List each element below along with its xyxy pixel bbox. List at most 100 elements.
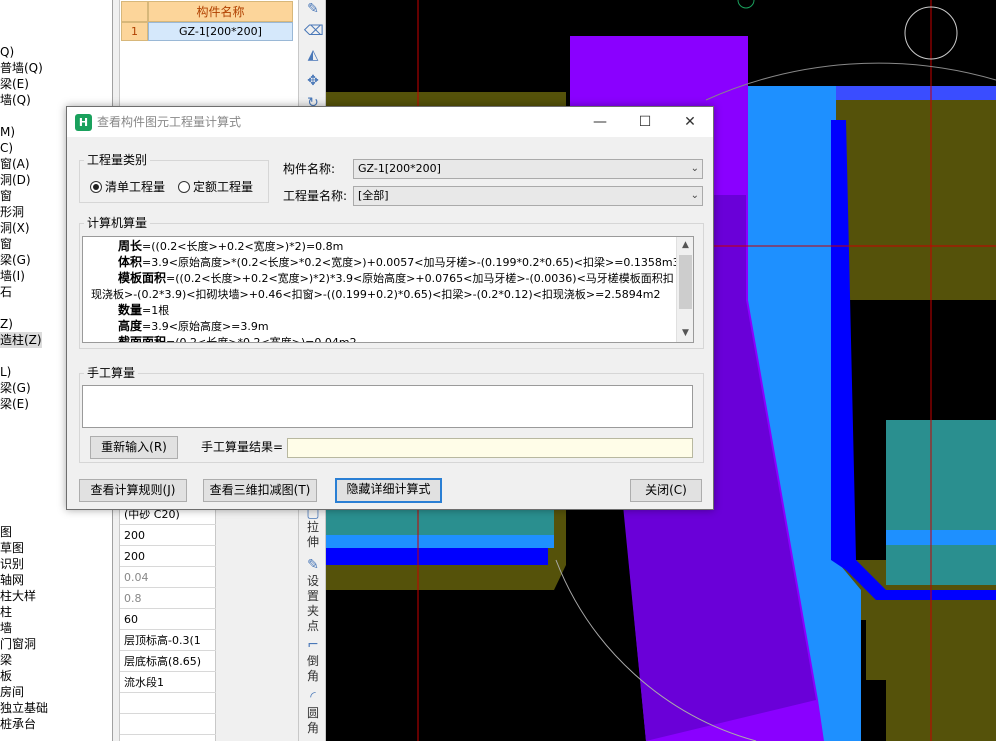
tree-item[interactable]: 轴网 <box>0 572 24 588</box>
fillet-label[interactable]: 圆角 <box>304 706 322 736</box>
formula-textarea[interactable]: 截面面积=(0.2<长度>*0.2<宽度>)=0.04m2 高度=3.9<原始高度… <box>82 236 694 343</box>
maximize-icon[interactable]: ☐ <box>622 107 668 137</box>
property-value-cell[interactable]: 0.04 <box>120 567 216 588</box>
quantity-name-select[interactable]: [全部] ⌄ <box>353 186 703 206</box>
radio-quota-dot[interactable] <box>178 180 190 193</box>
chevron-down-icon[interactable]: ⌄ <box>691 160 699 178</box>
reinput-button[interactable]: 重新输入(R) <box>90 436 178 459</box>
radio-quota-quantity[interactable]: 定额工程量 <box>178 178 253 195</box>
tree-item[interactable]: 柱 <box>0 604 12 620</box>
chamfer-icon[interactable]: ⌐ <box>304 636 322 654</box>
tree-item[interactable]: 洞(D) <box>0 172 31 188</box>
property-value-cell[interactable]: 0.8 <box>120 588 216 609</box>
tree-item[interactable]: 石 <box>0 284 12 300</box>
quantity-type-group: 工程量类别 清单工程量 定额工程量 <box>79 153 269 203</box>
tree-item[interactable]: 普墙(Q) <box>0 60 43 76</box>
table-row[interactable]: GZ-1[200*200] <box>148 22 293 41</box>
property-value-cell[interactable]: 200 <box>120 525 216 546</box>
tree-item[interactable]: 墙(Q) <box>0 92 31 108</box>
radio-bill-dot[interactable] <box>90 180 102 193</box>
brush-icon[interactable]: ✎ <box>304 0 322 18</box>
manual-result-label: 手工算量结果= <box>201 440 284 454</box>
formula-item-name: 体积 <box>118 255 143 269</box>
tree-item[interactable]: 墙(I) <box>0 268 25 284</box>
property-value-cell[interactable]: 流水段1 <box>120 672 216 693</box>
formula-line: 高度=3.9<原始高度>=3.9m <box>91 318 269 335</box>
formula-expression: =(0.2<长度>*0.2<宽度>)=0.04m2 <box>166 336 357 343</box>
tree-item[interactable]: 房间 <box>0 684 24 700</box>
quantity-name-value: [全部] <box>358 189 389 202</box>
tree-item[interactable]: 草图 <box>0 540 24 556</box>
dialog-titlebar[interactable]: H 查看构件图元工程量计算式 — ☐ ✕ <box>67 107 713 137</box>
formula-expression: =1根 <box>142 304 170 317</box>
tree-item[interactable]: 板 <box>0 668 12 684</box>
tree-item[interactable]: Z) <box>0 316 13 332</box>
tree-item[interactable]: 柱大样 <box>0 588 36 604</box>
scroll-up-icon[interactable]: ▲ <box>677 237 693 254</box>
eraser-icon[interactable]: ⌫ <box>304 22 324 40</box>
tree-item[interactable]: 窗 <box>0 188 12 204</box>
manual-result-field[interactable] <box>287 438 693 458</box>
tree-item[interactable]: 墙 <box>0 620 12 636</box>
manual-calc-legend: 手工算量 <box>84 366 139 380</box>
computer-calc-legend: 计算机算量 <box>84 216 151 230</box>
stretch-label[interactable]: 拉伸 <box>304 520 322 550</box>
radio-bill-quantity[interactable]: 清单工程量 <box>90 178 165 195</box>
hide-detail-button[interactable]: 隐藏详细计算式 <box>335 478 442 503</box>
tree-item[interactable]: M) <box>0 124 15 140</box>
formula-line: 模板面积=((0.2<长度>+0.2<宽度>)*2)*3.9<原始高度>+0.0… <box>91 270 674 287</box>
grip-icon[interactable]: ✎ <box>304 556 322 574</box>
component-name-header[interactable]: 构件名称 <box>148 1 293 22</box>
tree-item[interactable]: 桩承台 <box>0 716 36 732</box>
property-value-cell[interactable] <box>120 714 216 735</box>
tree-item[interactable]: L) <box>0 364 11 380</box>
view-rules-button[interactable]: 查看计算规则(J) <box>79 479 187 502</box>
component-name-select[interactable]: GZ-1[200*200] ⌄ <box>353 159 703 179</box>
close-icon[interactable]: ✕ <box>667 107 713 137</box>
mirror-icon[interactable]: ◭ <box>304 46 322 64</box>
tree-item[interactable]: 梁(G) <box>0 252 31 268</box>
tree-item[interactable]: 造柱(Z) <box>0 332 42 348</box>
tree-item[interactable]: 门窗洞 <box>0 636 36 652</box>
close-button[interactable]: 关闭(C) <box>630 479 702 502</box>
property-value-column: (中砂 C20) 200 200 0.04 0.8 60 层顶标高-0.3(1 层底标高(8.… <box>120 500 216 741</box>
view-3d-deduction-button[interactable]: 查看三维扣减图(T) <box>203 479 317 502</box>
property-value-cell[interactable]: 60 <box>120 609 216 630</box>
tree-item[interactable]: C) <box>0 140 13 156</box>
tree-item[interactable]: 形洞 <box>0 204 24 220</box>
chamfer-label[interactable]: 倒角 <box>304 654 322 684</box>
tree-item[interactable]: 窗(A) <box>0 156 30 172</box>
property-value-cell[interactable]: 层顶标高-0.3(1 <box>120 630 216 651</box>
fillet-icon[interactable]: ◜ <box>304 688 322 706</box>
quantity-type-legend: 工程量类别 <box>84 153 151 167</box>
formula-line: 周长=((0.2<长度>+0.2<宽度>)*2)=0.8m <box>91 238 343 255</box>
tree-item[interactable]: 独立基础 <box>0 700 48 716</box>
property-value-cell[interactable] <box>120 693 216 714</box>
tree-item[interactable]: 窗 <box>0 236 12 252</box>
property-value-cell[interactable]: 层底标高(8.65) <box>120 651 216 672</box>
property-value-cell[interactable]: 200 <box>120 546 216 567</box>
minimize-icon[interactable]: — <box>577 107 623 137</box>
radio-quota-label[interactable]: 定额工程量 <box>193 178 253 195</box>
formula-expression: =3.9<原始高度>=3.9m <box>142 320 269 333</box>
scroll-thumb[interactable] <box>679 255 692 309</box>
tree-item[interactable]: 梁(E) <box>0 76 29 92</box>
tree-item[interactable]: 梁 <box>0 652 12 668</box>
set-grip-label[interactable]: 设置夹点 <box>304 574 322 634</box>
formula-scrollbar[interactable]: ▲ ▼ <box>676 237 693 342</box>
tree-item[interactable]: 图 <box>0 524 12 540</box>
tree-item[interactable]: 梁(E) <box>0 396 29 412</box>
manual-calc-group: 手工算量 重新输入(R) 手工算量结果= <box>79 366 704 463</box>
move-icon[interactable]: ✥ <box>304 72 322 90</box>
tree-item[interactable]: 识别 <box>0 556 24 572</box>
formula-item-name: 模板面积 <box>118 271 167 285</box>
manual-calc-input[interactable] <box>82 385 693 428</box>
tree-item[interactable]: 洞(X) <box>0 220 30 236</box>
radio-bill-label[interactable]: 清单工程量 <box>105 178 165 195</box>
tree-item[interactable]: Q) <box>0 44 14 60</box>
chevron-down-icon[interactable]: ⌄ <box>691 187 699 205</box>
scroll-down-icon[interactable]: ▼ <box>677 325 693 342</box>
tree-item[interactable]: 梁(G) <box>0 380 31 396</box>
dialog-title: 查看构件图元工程量计算式 <box>97 115 242 129</box>
formula-item-name: 数量 <box>118 303 143 317</box>
